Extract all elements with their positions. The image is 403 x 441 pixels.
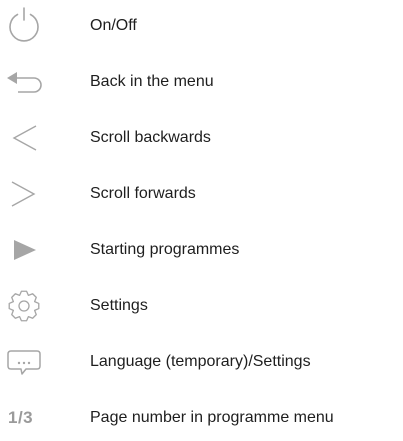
back-arrow-icon [4,62,44,102]
speech-bubble-icon [4,342,44,382]
chevron-left-icon [4,118,44,158]
chevron-right-icon [4,174,44,214]
legend-row-on-off: On/Off [0,6,403,46]
legend-row-settings: Settings [0,286,403,326]
legend-label-scroll-forwards: Scroll forwards [90,185,196,202]
legend-label-page-number: Page number in programme menu [90,409,334,426]
legend-label-start: Starting programmes [90,241,240,258]
power-icon [4,6,44,46]
legend-label-scroll-backwards: Scroll backwards [90,129,211,146]
gear-icon [4,286,44,326]
legend-label-settings: Settings [90,297,148,314]
legend-label-back: Back in the menu [90,73,214,90]
legend-row-page-number: 1/3 Page number in programme menu [0,398,403,438]
legend-row-language: Language (temporary)/Settings [0,342,403,382]
legend-label-on-off: On/Off [90,17,137,34]
legend-row-start: Starting programmes [0,230,403,270]
legend-row-scroll-forwards: Scroll forwards [0,174,403,214]
legend-row-back: Back in the menu [0,62,403,102]
page-number-icon: 1/3 [8,408,34,427]
legend-label-language: Language (temporary)/Settings [90,353,311,370]
play-icon [4,230,44,270]
icon-legend: On/Off Back in the menu Scroll backwards… [0,0,403,441]
legend-row-scroll-backwards: Scroll backwards [0,118,403,158]
